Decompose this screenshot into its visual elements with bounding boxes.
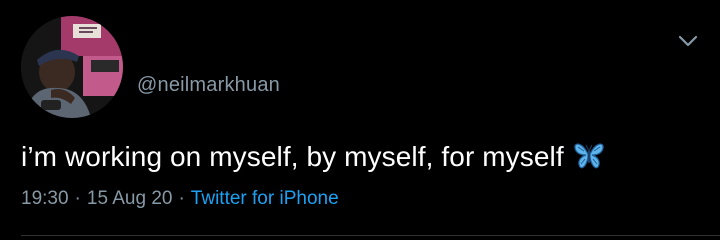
meta-separator: ·: [178, 188, 185, 209]
tweet-time[interactable]: 19:30: [21, 188, 69, 209]
avatar-photo-icon: [21, 16, 123, 118]
avatar[interactable]: [21, 16, 123, 118]
tweet-date[interactable]: 15 Aug 20: [87, 188, 173, 209]
butterfly-icon: [572, 138, 606, 172]
tweet-text: i’m working on myself, by myself, for my…: [21, 138, 606, 173]
tweet-source-link[interactable]: Twitter for iPhone: [191, 188, 339, 209]
author-handle[interactable]: @neilmarkhuan: [137, 74, 280, 97]
chevron-down-icon[interactable]: [677, 33, 699, 49]
tweet-meta: 19:30 · 15 Aug 20 · Twitter for iPhone: [21, 188, 339, 210]
meta-separator: ·: [74, 188, 81, 209]
tweet-card: @neilmarkhuan i’m working on myself, by …: [0, 0, 720, 240]
divider: [21, 235, 720, 236]
tweet-body: i’m working on myself, by myself, for my…: [21, 141, 564, 172]
